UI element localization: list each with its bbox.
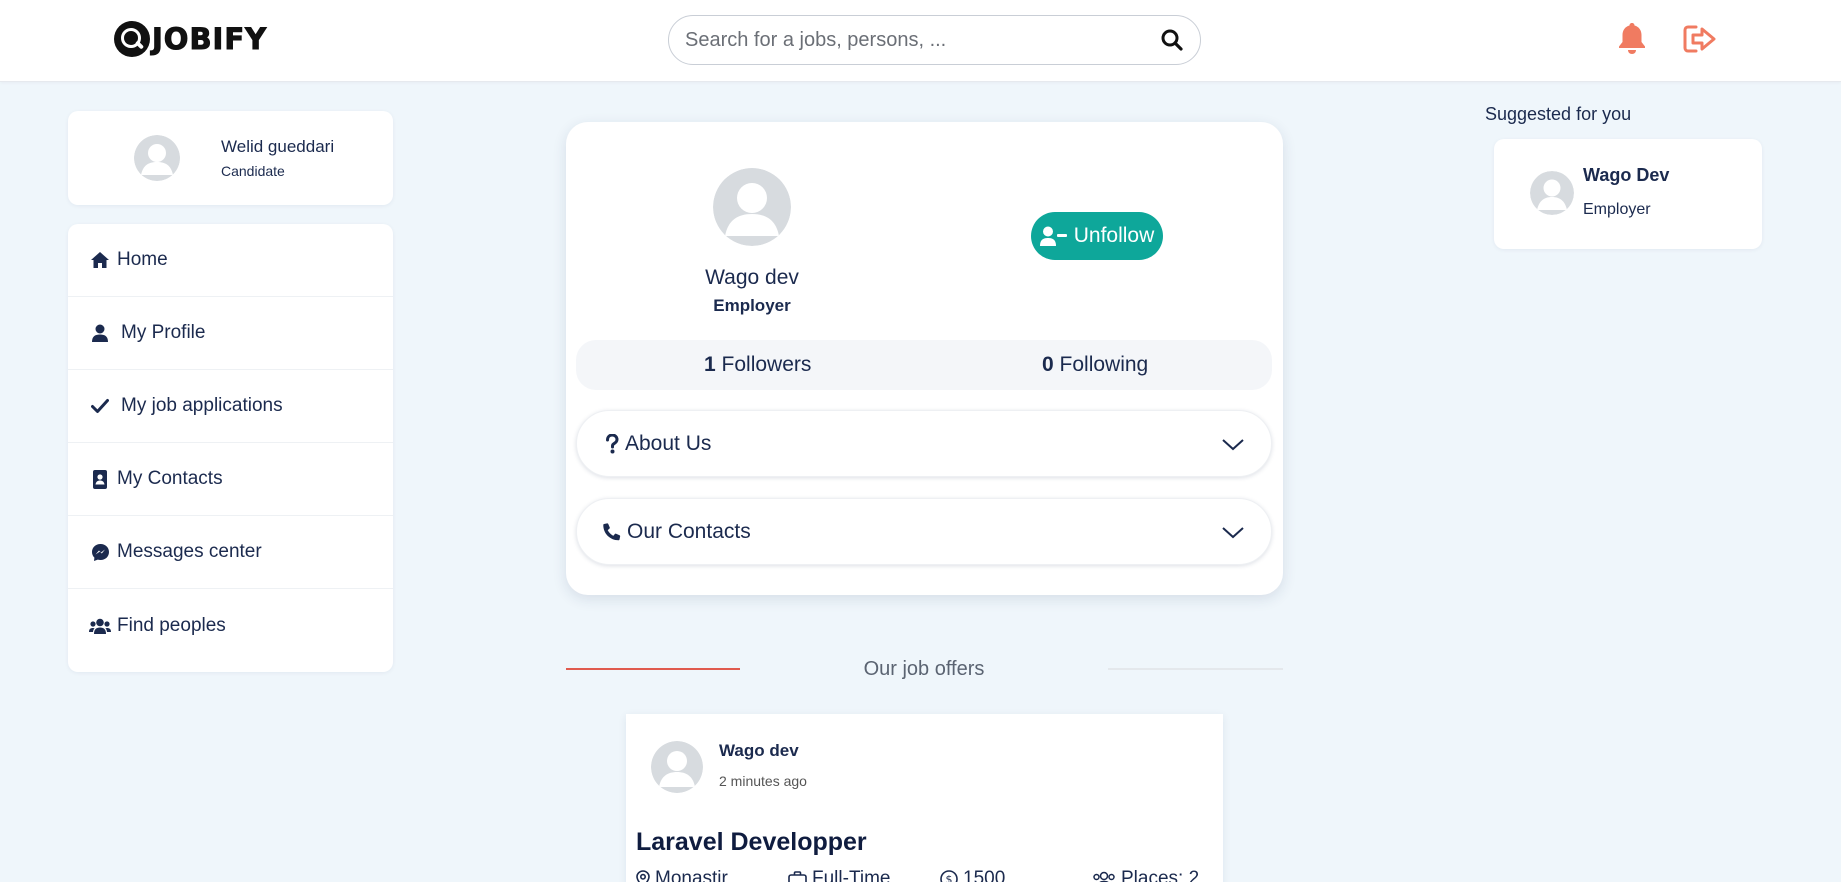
suggested-title: Suggested for you — [1485, 104, 1632, 124]
avatar — [651, 741, 703, 793]
avatar — [1530, 171, 1574, 215]
current-user-name: Welid gueddari — [221, 137, 335, 156]
our-contacts-accordion[interactable]: Our Contacts — [576, 498, 1272, 565]
home-icon — [89, 249, 111, 271]
sidebar-item-find-peoples[interactable]: Find peoples — [68, 589, 393, 662]
location-pin-icon — [636, 870, 650, 882]
job-author-name[interactable]: Wago dev — [719, 741, 799, 761]
user-icon — [89, 322, 111, 344]
job-type-text: Full-Time — [812, 868, 891, 882]
messenger-icon — [89, 541, 111, 563]
bell-icon[interactable] — [1617, 21, 1647, 55]
sidebar-item-my-profile[interactable]: My Profile — [68, 297, 393, 370]
suggested-user-role: Employer — [1583, 201, 1651, 218]
job-location-text: Monastir — [655, 868, 728, 882]
question-icon — [603, 433, 621, 455]
money-icon: $ — [940, 870, 958, 882]
jobify-logo[interactable]: JOBIFY — [114, 20, 267, 58]
suggested-user-name[interactable]: Wago Dev — [1583, 165, 1669, 186]
sidebar-item-label: My Contacts — [117, 468, 223, 489]
search-icon[interactable] — [1160, 28, 1184, 52]
search-input[interactable] — [685, 28, 1160, 52]
following-stat[interactable]: 0 Following — [1042, 353, 1148, 377]
phone-icon — [603, 521, 621, 543]
job-places: Places: 2 — [1092, 868, 1199, 882]
job-offers-title: Our job offers — [863, 658, 985, 680]
about-us-accordion[interactable]: About Us — [576, 410, 1272, 477]
svg-text:$: $ — [946, 873, 953, 882]
about-us-label: About Us — [625, 431, 712, 455]
suggested-user-card[interactable]: Wago Dev Employer — [1494, 139, 1762, 249]
briefcase-icon — [788, 870, 807, 882]
profile-name: Wago dev — [705, 266, 799, 289]
check-icon — [89, 395, 111, 417]
current-user-role: Candidate — [221, 163, 285, 179]
job-location: Monastir — [636, 868, 728, 882]
chevron-down-icon — [1222, 527, 1244, 539]
job-salary-text: 1500 — [963, 868, 1006, 882]
people-icon — [1093, 871, 1115, 882]
following-label: Following — [1059, 353, 1149, 376]
users-icon — [89, 615, 111, 637]
section-divider — [566, 668, 740, 670]
employer-profile-card: Wago dev Employer Unfollow 1 Followers 0… — [566, 122, 1283, 595]
follow-stats: 1 Followers 0 Following — [576, 340, 1272, 390]
sidebar-item-my-contacts[interactable]: My Contacts — [68, 443, 393, 516]
unfollow-button[interactable]: Unfollow — [1031, 212, 1163, 260]
top-navbar: JOBIFY — [0, 0, 1841, 82]
job-offer-card[interactable]: Wago dev 2 minutes ago Laravel Developpe… — [626, 714, 1223, 882]
job-title[interactable]: Laravel Developper — [636, 828, 867, 857]
sidebar-item-home[interactable]: Home — [68, 224, 393, 297]
section-divider — [1108, 668, 1283, 670]
logout-icon[interactable] — [1683, 24, 1717, 54]
our-contacts-label: Our Contacts — [627, 519, 751, 543]
following-count: 0 — [1042, 353, 1054, 376]
sidebar-item-label: My Profile — [121, 322, 206, 343]
avatar — [134, 135, 180, 181]
profile-role: Employer — [713, 296, 791, 315]
job-salary: $ 1500 — [940, 868, 1005, 882]
sidebar-item-job-applications[interactable]: My job applications — [68, 370, 393, 443]
job-post-time: 2 minutes ago — [719, 773, 807, 789]
search-bar — [668, 15, 1201, 65]
followers-stat[interactable]: 1 Followers — [704, 353, 811, 377]
job-places-text: Places: 2 — [1121, 868, 1200, 882]
address-book-icon — [89, 468, 111, 490]
sidebar-item-label: Messages center — [117, 541, 262, 562]
unfollow-label: Unfollow — [1073, 224, 1155, 247]
sidebar-item-label: My job applications — [121, 395, 283, 416]
current-user-card[interactable]: Welid gueddari Candidate — [68, 111, 393, 205]
user-minus-icon — [1039, 226, 1067, 246]
sidebar-item-label: Find peoples — [117, 614, 226, 636]
avatar — [713, 168, 791, 246]
followers-label: Followers — [721, 353, 812, 376]
followers-count: 1 — [704, 353, 716, 376]
chevron-down-icon — [1222, 439, 1244, 451]
logo-text: JOBIFY — [151, 22, 268, 57]
job-type: Full-Time — [788, 868, 890, 882]
sidebar-nav: Home My Profile My job applications My C… — [68, 224, 393, 672]
logo-magnifier-icon — [114, 21, 150, 57]
sidebar-item-messages-center[interactable]: Messages center — [68, 516, 393, 589]
sidebar-item-label: Home — [117, 249, 168, 270]
